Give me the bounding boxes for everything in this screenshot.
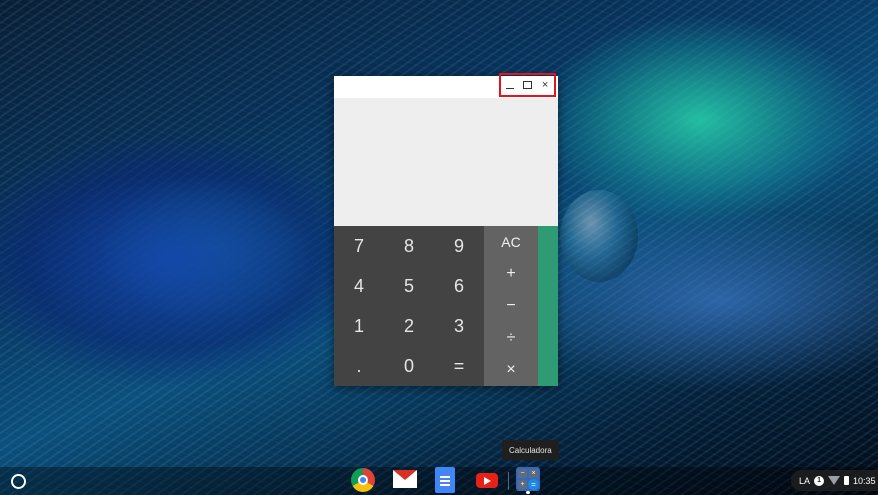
calc-icon-plus: + — [518, 480, 527, 489]
calc-icon-equals: = — [528, 479, 539, 490]
calculator-window[interactable]: × 7 8 9 4 5 6 1 2 3. 0 = AC + − ÷ × — [334, 73, 558, 386]
divide-button[interactable]: ÷ — [484, 322, 538, 354]
calculator-display — [334, 98, 558, 226]
key-9[interactable]: 9 — [434, 226, 484, 266]
operator-pad: AC + − ÷ × — [484, 226, 538, 386]
input-method-label[interactable]: LA — [799, 476, 810, 486]
key-7[interactable]: 7 — [334, 226, 384, 266]
key-8[interactable]: 8 — [384, 226, 434, 266]
battery-icon — [844, 476, 850, 485]
app-tooltip: Calculadora — [502, 440, 559, 460]
docs-icon[interactable] — [435, 467, 455, 493]
calculator-icon[interactable]: − × + = — [516, 467, 540, 491]
calc-icon-minus: − — [518, 469, 527, 478]
close-button[interactable]: × — [538, 78, 552, 92]
number-pad: 7 8 9 4 5 6 1 2 3. 0 = — [334, 226, 484, 386]
gmail-icon[interactable] — [393, 470, 417, 488]
docs-line — [440, 484, 450, 486]
maximize-icon — [522, 81, 532, 89]
key-0[interactable]: 0 — [384, 346, 434, 386]
maximize-button[interactable] — [520, 78, 534, 92]
wallpaper-droplet — [560, 190, 638, 282]
youtube-icon[interactable] — [476, 473, 498, 488]
key-decimal[interactable]: . — [334, 346, 384, 386]
wifi-icon — [828, 476, 841, 485]
chrome-icon[interactable] — [351, 468, 375, 492]
key-1[interactable]: 1 — [334, 306, 384, 346]
docs-line — [440, 480, 450, 482]
multiply-button[interactable]: × — [484, 354, 538, 386]
subtract-button[interactable]: − — [484, 290, 538, 322]
docs-line — [440, 476, 450, 478]
key-equals[interactable]: = — [434, 346, 484, 386]
shelf-separator — [508, 472, 509, 490]
launcher-icon[interactable] — [11, 474, 26, 489]
key-4[interactable]: 4 — [334, 266, 384, 306]
clear-button[interactable]: AC — [484, 226, 538, 258]
add-button[interactable]: + — [484, 258, 538, 290]
key-6[interactable]: 6 — [434, 266, 484, 306]
key-3[interactable]: 3 — [434, 306, 484, 346]
running-indicator — [526, 491, 530, 494]
notification-badge[interactable]: 1 — [814, 475, 825, 486]
window-controls-highlight: × — [499, 73, 556, 97]
minimize-button[interactable] — [503, 78, 517, 92]
advanced-panel-drawer[interactable] — [538, 226, 558, 386]
calc-icon-times: × — [529, 469, 538, 478]
keypad: 7 8 9 4 5 6 1 2 3. 0 = AC + − ÷ × — [334, 226, 558, 386]
key-2[interactable]: 2 — [384, 306, 434, 346]
minimize-icon — [505, 87, 514, 89]
clock: 10:35 — [853, 475, 876, 486]
key-5[interactable]: 5 — [384, 266, 434, 306]
status-tray[interactable]: LA 1 10:35 — [791, 470, 878, 491]
window-titlebar[interactable]: × — [334, 73, 558, 98]
